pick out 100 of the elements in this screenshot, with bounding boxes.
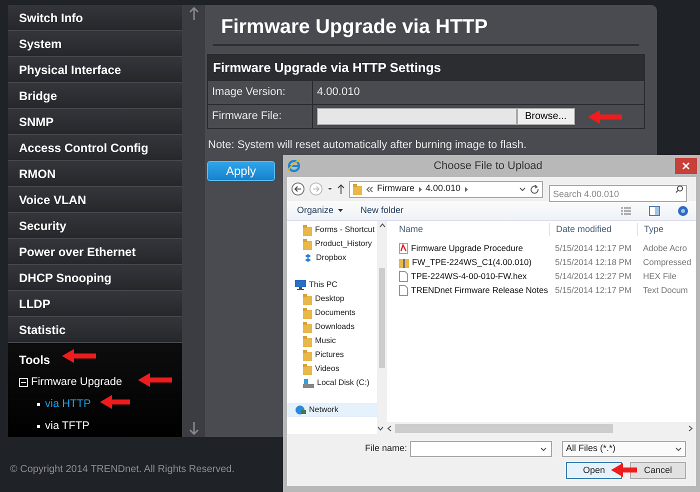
sidebar-item[interactable]: LLDP (8, 291, 182, 317)
scroll-down-icon[interactable] (188, 421, 198, 435)
nav-item[interactable]: Documents (287, 306, 377, 320)
folder-icon (303, 308, 312, 318)
preview-pane-icon[interactable] (649, 206, 660, 216)
sidebar-item[interactable]: Power over Ethernet (8, 239, 182, 265)
network-icon (295, 405, 306, 415)
field-label: Image Version: (208, 81, 313, 104)
file-date: 5/15/2014 12:17 PM (554, 242, 633, 254)
dropdown-icon[interactable] (540, 446, 547, 452)
file-date: 5/15/2014 12:17 PM (554, 284, 633, 296)
dropdown-icon[interactable] (327, 187, 333, 191)
search-field[interactable]: Search 4.00.010 (549, 185, 687, 202)
nav-item[interactable]: Music (287, 334, 377, 348)
sidebar-item[interactable]: Access Control Config (8, 135, 182, 161)
back-icon[interactable] (291, 182, 305, 196)
page-title: Firmware Upgrade via HTTP (213, 5, 639, 46)
scroll-down-icon[interactable] (377, 426, 384, 430)
scrollbar[interactable] (377, 221, 387, 422)
field-label: File name: (364, 442, 407, 456)
sidebar-item[interactable]: Security (8, 213, 182, 239)
file-name[interactable]: FW_TPE-224WS_C1(4.00.010) (412, 256, 532, 268)
sidebar-item[interactable]: Statistic (8, 317, 182, 343)
nav-item[interactable]: Videos (287, 362, 377, 376)
drive-icon (303, 378, 314, 388)
annotation-arrow (62, 349, 96, 363)
submenu-link[interactable]: via TFTP (45, 418, 90, 434)
sidebar-item[interactable]: Voice VLAN (8, 187, 182, 213)
address-bar[interactable]: Firmware 4.00.010 (349, 180, 543, 198)
folder-icon (303, 364, 312, 374)
sidebar-item[interactable]: Tools (8, 349, 182, 371)
dropbox-icon (303, 254, 313, 262)
field-label: Firmware File: (208, 105, 313, 128)
file-name[interactable]: Firmware Upgrade Procedure (411, 242, 523, 254)
nav-item[interactable]: Network (287, 403, 377, 417)
file-name[interactable]: TRENDnet Firmware Release Notes (411, 284, 548, 296)
annotation-arrow (588, 110, 622, 124)
copyright-text: © Copyright 2014 TRENDnet. All Rights Reserved. (10, 463, 235, 477)
collapse-icon[interactable] (19, 378, 28, 386)
sidebar-item[interactable]: DHCP Snooping (8, 265, 182, 291)
toolbar-button[interactable]: New folder (360, 204, 404, 218)
scroll-right-icon[interactable] (688, 424, 693, 432)
nav-item[interactable]: Forms - Shortcut (287, 223, 377, 237)
refresh-icon[interactable] (530, 184, 539, 194)
chevrons-icon (366, 186, 373, 192)
dropdown-icon[interactable] (519, 186, 526, 192)
nav-item[interactable]: Pictures (287, 348, 377, 362)
column-header[interactable]: Name (393, 222, 549, 236)
submenu-link[interactable]: via HTTP (45, 396, 91, 412)
sidebar-item[interactable]: SNMP (8, 109, 182, 135)
bullet-icon (37, 424, 40, 428)
file-type: Adobe Acro (642, 242, 688, 254)
note-text: Note: System will reset automatically after burning image to flash. (207, 138, 528, 153)
breadcrumb-item[interactable]: Firmware (377, 182, 414, 196)
nav-item[interactable]: This PC (287, 278, 377, 292)
file-type-dropdown[interactable]: All Files (*.*) (562, 441, 686, 457)
scrollbar[interactable] (182, 5, 205, 437)
bullet-icon (37, 402, 40, 406)
scroll-up-icon[interactable] (188, 7, 198, 21)
submenu-item[interactable]: Firmware Upgrade (31, 374, 122, 390)
annotation-arrow (138, 373, 172, 387)
file-type: Text Docum (642, 284, 689, 296)
folder-icon (303, 294, 312, 304)
search-icon[interactable] (675, 184, 683, 192)
nav-item[interactable]: Local Disk (C:) (287, 376, 377, 390)
sidebar-item[interactable]: System (8, 31, 182, 57)
browse-button[interactable]: Browse... (517, 108, 575, 125)
sidebar-item[interactable]: RMON (8, 161, 182, 187)
pdf-file-icon (399, 242, 408, 254)
sidebar-item[interactable]: Bridge (8, 83, 182, 109)
nav-item[interactable]: Desktop (287, 292, 377, 306)
cancel-button[interactable]: Cancel (630, 462, 686, 479)
folder-icon (303, 238, 312, 250)
toolbar-button[interactable]: Organize (297, 204, 343, 218)
view-options-icon[interactable] (621, 206, 631, 214)
help-icon[interactable] (678, 206, 688, 216)
file-name[interactable]: TPE-224WS-4-00-010-FW.hex (411, 270, 527, 282)
up-icon[interactable] (337, 184, 345, 194)
chevron-icon[interactable] (464, 186, 468, 192)
column-header[interactable]: Type (637, 222, 696, 236)
computer-icon (295, 280, 306, 290)
file-name-field[interactable] (410, 441, 552, 457)
close-button[interactable] (675, 158, 697, 174)
nav-item[interactable]: Dropbox (287, 251, 377, 265)
close-icon (682, 162, 690, 170)
annotation-arrow (611, 463, 637, 477)
open-button[interactable]: Open (566, 462, 622, 479)
nav-item[interactable]: Product_History (287, 237, 377, 251)
sidebar-item[interactable]: Switch Info (8, 5, 182, 31)
column-header[interactable]: Date modified (549, 222, 637, 236)
scroll-thumb[interactable] (379, 268, 385, 368)
breadcrumb-item[interactable]: 4.00.010 (426, 182, 461, 196)
nav-item[interactable]: Downloads (287, 320, 377, 334)
table-heading: Firmware Upgrade via HTTP Settings (208, 55, 644, 80)
chevron-icon[interactable] (418, 186, 422, 192)
folder-icon (303, 322, 312, 332)
scroll-left-icon[interactable] (387, 424, 392, 432)
file-path-field[interactable] (317, 108, 517, 125)
scroll-up-icon[interactable] (378, 223, 386, 228)
sidebar-item[interactable]: Physical Interface (8, 57, 182, 83)
